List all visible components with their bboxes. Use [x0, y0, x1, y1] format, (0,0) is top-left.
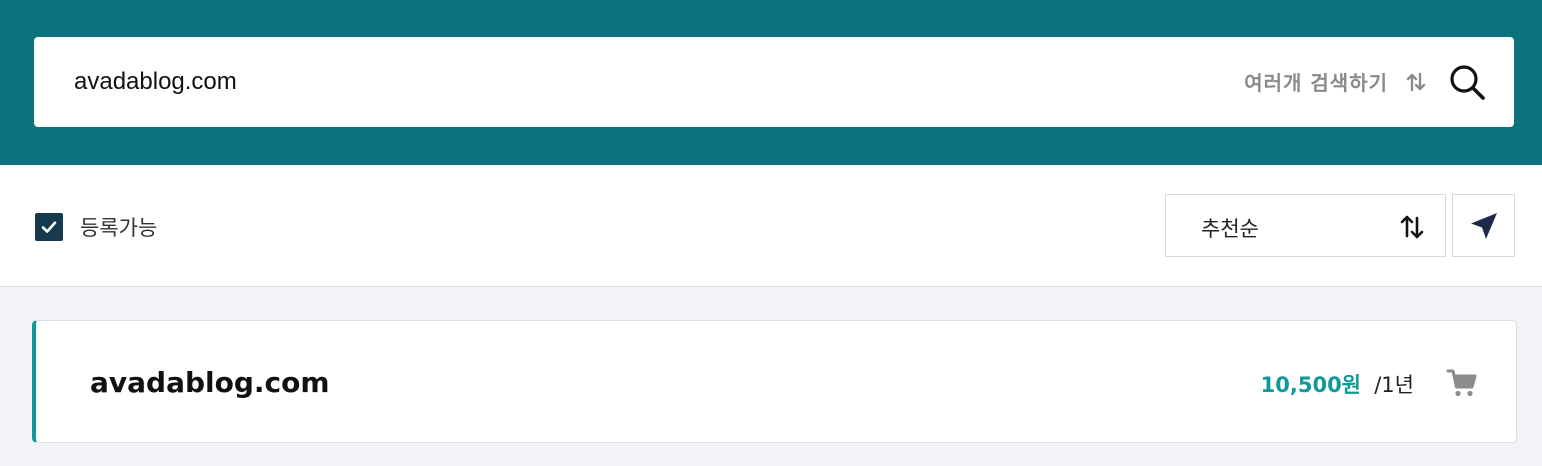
check-icon	[41, 221, 57, 233]
result-price: 10,500원	[1260, 373, 1361, 397]
cart-icon[interactable]	[1446, 367, 1478, 399]
multi-search-link[interactable]: 여러개 검색하기	[1244, 67, 1388, 96]
result-period: /1년	[1374, 373, 1414, 397]
sort-selected-value: 추천순	[1201, 217, 1259, 241]
registrable-label[interactable]: 등록가능	[80, 212, 157, 242]
registrable-checkbox[interactable]	[35, 213, 63, 241]
send-icon	[1470, 212, 1497, 239]
search-box: 여러개 검색하기	[34, 37, 1514, 127]
sort-toggle-icon[interactable]	[1404, 70, 1428, 94]
search-input[interactable]	[74, 37, 1174, 127]
result-card[interactable]: avadablog.com 10,500원 /1년	[32, 320, 1517, 443]
filter-bar: 등록가능 추천순	[0, 165, 1542, 287]
search-icon[interactable]	[1448, 63, 1486, 101]
search-header: 여러개 검색하기	[0, 0, 1542, 165]
send-button[interactable]	[1452, 194, 1515, 257]
sort-select[interactable]: 추천순	[1165, 194, 1446, 257]
result-domain-name: avadablog.com	[90, 366, 330, 399]
sort-arrows-icon	[1400, 215, 1424, 239]
